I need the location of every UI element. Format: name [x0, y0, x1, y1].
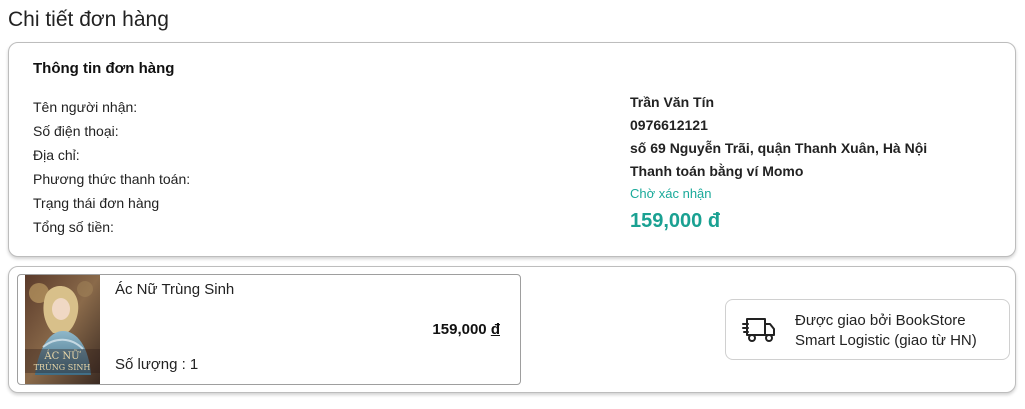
delivery-info: Được giao bởi BookStore Smart Logistic (…: [725, 299, 1010, 360]
recipient-label: Tên người nhận:: [33, 99, 138, 115]
svg-text:ÁC NỮ: ÁC NỮ: [43, 350, 81, 362]
delivery-text: Được giao bởi BookStore Smart Logistic (…: [795, 311, 977, 351]
order-info-title: Thông tin đơn hàng: [33, 60, 175, 77]
product-price-amount: 159,000: [432, 321, 487, 338]
product-price: 159,000 đ: [432, 321, 500, 338]
delivery-line-1: Được giao bởi BookStore: [795, 312, 966, 329]
svg-text:TRÙNG SINH: TRÙNG SINH: [34, 363, 91, 372]
address-label: Địa chỉ:: [33, 147, 80, 163]
page-title: Chi tiết đơn hàng: [8, 8, 169, 31]
payment-method-value: Thanh toán bằng ví Momo: [630, 163, 804, 179]
order-status-label: Trạng thái đơn hàng: [33, 195, 160, 211]
total-label: Tổng số tiền:: [33, 219, 114, 235]
product-name[interactable]: Ác Nữ Trùng Sinh: [115, 281, 234, 298]
delivery-line-2: Smart Logistic (giao từ HN): [795, 332, 977, 349]
phone-label: Số điện thoại:: [33, 123, 119, 139]
product-item[interactable]: ÁC NỮ TRÙNG SINH Ác Nữ Trùng Sinh 159,00…: [17, 274, 521, 385]
total-amount: 159,000 đ: [630, 210, 721, 232]
order-status-badge: Chờ xác nhận: [630, 186, 712, 201]
currency-symbol: đ: [490, 321, 500, 338]
payment-method-label: Phương thức thanh toán:: [33, 171, 191, 187]
address-value: số 69 Nguyễn Trãi, quận Thanh Xuân, Hà N…: [630, 140, 928, 156]
order-info-card: Thông tin đơn hàng Tên người nhận: Số đi…: [8, 42, 1016, 257]
truck-icon: [742, 316, 776, 344]
order-items-card: ÁC NỮ TRÙNG SINH Ác Nữ Trùng Sinh 159,00…: [8, 266, 1016, 393]
product-quantity: Số lượng : 1: [115, 356, 199, 373]
book-cover-image[interactable]: ÁC NỮ TRÙNG SINH: [25, 275, 100, 384]
phone-value: 0976612121: [630, 117, 708, 133]
recipient-value: Trần Văn Tín: [630, 94, 715, 110]
